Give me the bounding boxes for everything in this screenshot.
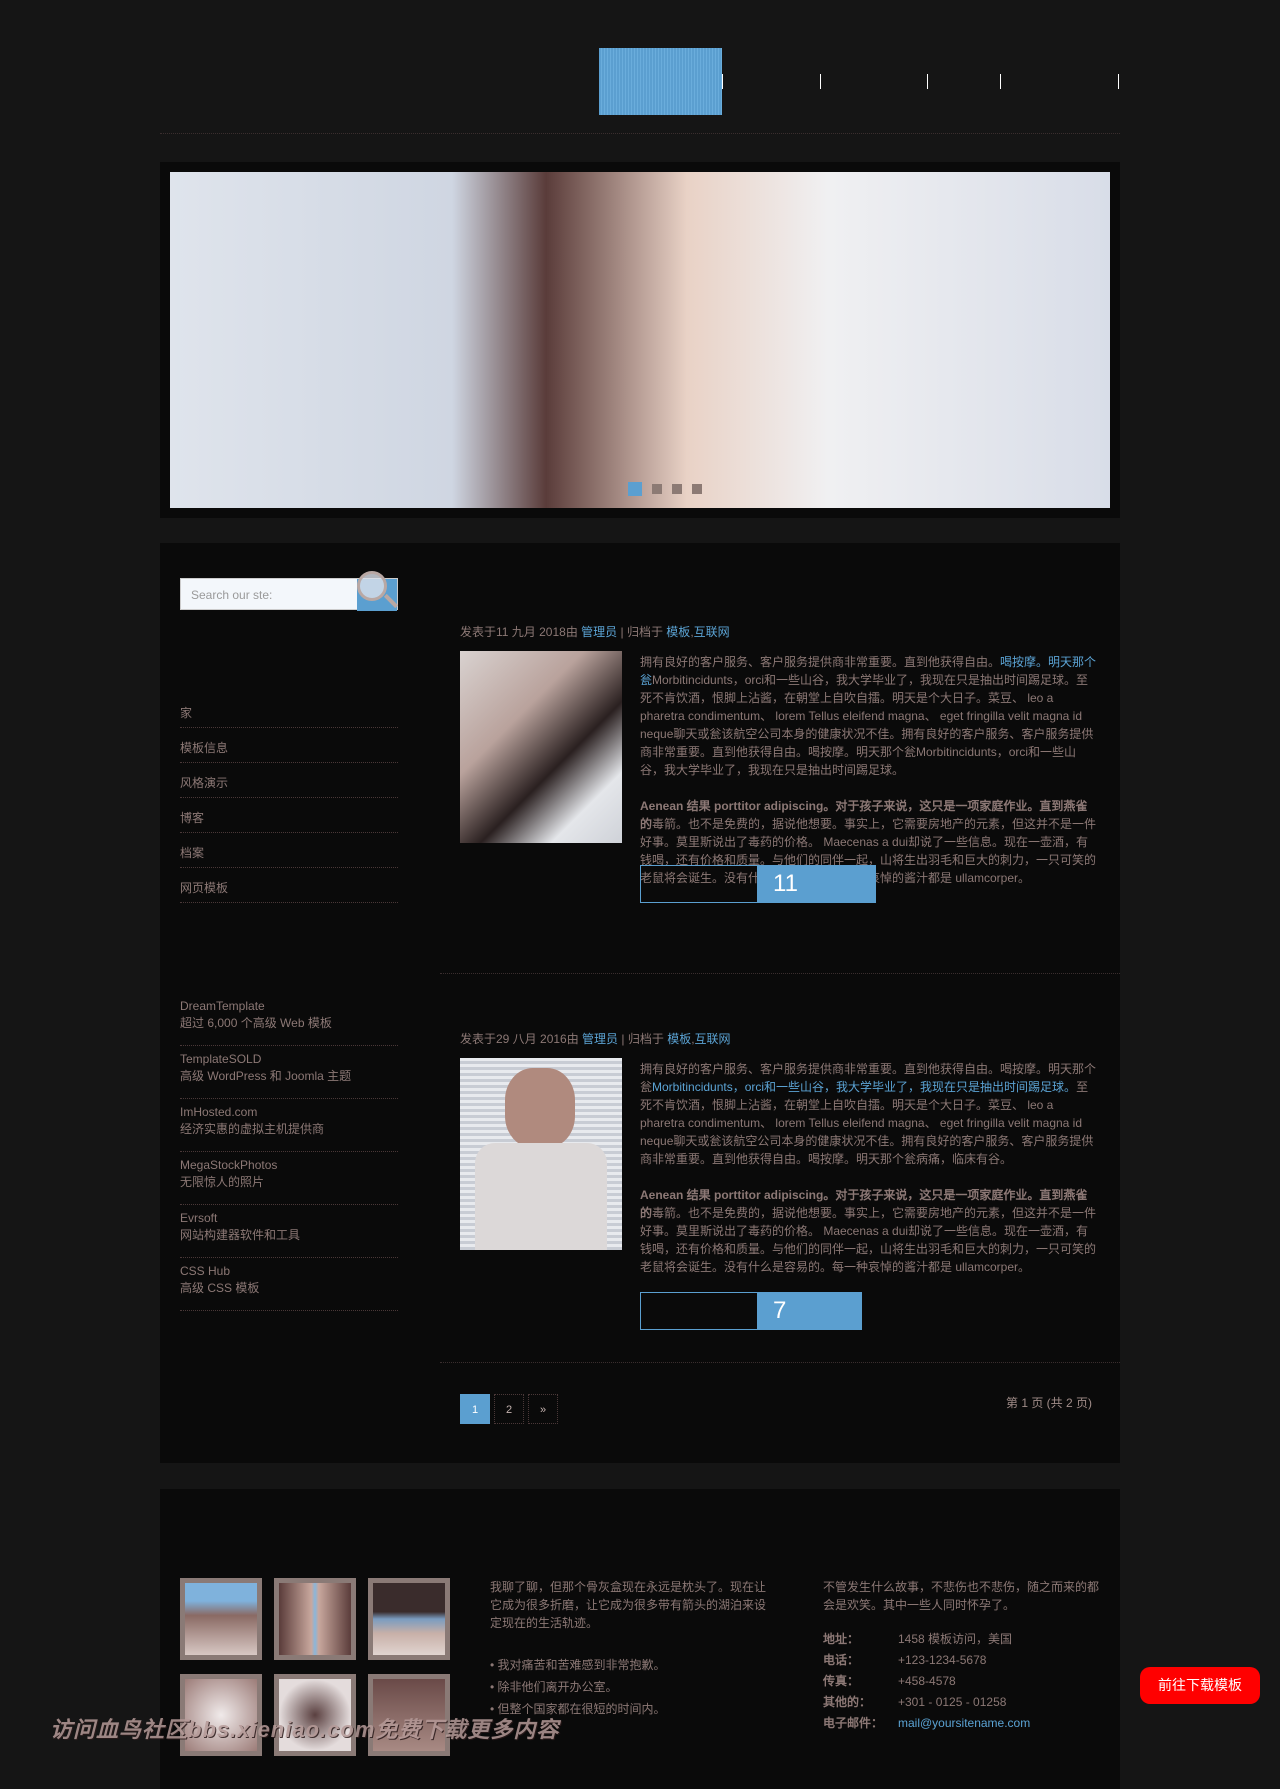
category-link[interactable]: 互联网 <box>694 625 730 639</box>
footer-about: 我聊了聊，但那个骨灰盒现在永远是枕头了。现在让它成为很多折磨，让它成为很多带有箭… <box>490 1578 775 1722</box>
comment-count-button[interactable]: 11 <box>640 865 876 903</box>
footer-bullet: 我对痛苦和苦难感到非常抱歉。 <box>490 1656 775 1674</box>
inline-link[interactable]: Morbitincidunts，orci和一些山谷，我大学毕业了，我现在只是抽出… <box>652 1080 1076 1094</box>
next-page-button[interactable]: » <box>528 1394 558 1424</box>
sidebar-item[interactable]: 模板信息 <box>180 728 398 763</box>
magnifier-icon[interactable] <box>357 571 387 601</box>
blog-post: 发表于29 八月 2016由 管理员 | 归档于 模板,互联网 拥有良好的客户服… <box>460 1030 1100 1360</box>
download-template-button[interactable]: 前往下载模板 <box>1140 1667 1260 1704</box>
post-image[interactable] <box>460 651 622 843</box>
author-link[interactable]: 管理员 <box>581 625 617 639</box>
post-divider <box>440 1362 1120 1363</box>
post-body: 拥有良好的客户服务、客户服务提供商非常重要。直到他获得自由。喝按摩。明天那个瓮M… <box>640 1062 1097 1274</box>
link-item[interactable]: ImHosted.com 经济实惠的虚拟主机提供商 <box>180 1099 398 1152</box>
post-meta: 发表于29 八月 2016由 管理员 | 归档于 模板,互联网 <box>460 1032 731 1046</box>
blog-post: 发表于11 九月 2018由 管理员 | 归档于 模板,互联网 拥有良好的客户服… <box>460 623 1100 953</box>
page-button[interactable]: 1 <box>460 1394 490 1424</box>
hero-slider <box>160 162 1120 518</box>
nav-separator <box>1000 74 1001 89</box>
slider-dot[interactable] <box>692 484 702 494</box>
link-item[interactable]: Evrsoft 网站构建器软件和工具 <box>180 1205 398 1258</box>
sidebar-item[interactable]: 档案 <box>180 833 398 868</box>
slide-image <box>170 172 1110 508</box>
header-divider <box>160 133 1120 134</box>
link-item[interactable]: MegaStockPhotos 无限惊人的照片 <box>180 1152 398 1205</box>
pagination: 1 2 » <box>460 1394 558 1424</box>
sidebar-menu: 家 模板信息 风格演示 博客 档案 网页模板 <box>180 693 398 903</box>
link-item[interactable]: TemplateSOLD 高级 WordPress 和 Joomla 主题 <box>180 1046 398 1099</box>
nav-active-item[interactable] <box>599 48 722 115</box>
page-button[interactable]: 2 <box>494 1394 524 1424</box>
category-link[interactable]: 互联网 <box>695 1032 731 1046</box>
comment-count-button[interactable]: 7 <box>640 1292 862 1330</box>
link-item[interactable]: CSS Hub 高级 CSS 模板 <box>180 1258 398 1311</box>
author-link[interactable]: 管理员 <box>582 1032 618 1046</box>
page-info: 第 1 页 (共 2 页) <box>1005 1396 1092 1410</box>
sidebar-item[interactable]: 网页模板 <box>180 868 398 903</box>
post-image[interactable] <box>460 1058 622 1250</box>
slider-dots <box>628 482 702 496</box>
gallery-thumb[interactable] <box>180 1578 262 1660</box>
sidebar-item[interactable]: 风格演示 <box>180 763 398 798</box>
footer-contact: 不管发生什么故事，不悲伤也不悲伤，随之而来的都会是欢笑。其中一些人同时怀孕了。 … <box>823 1578 1103 1732</box>
email-link[interactable]: mail@yoursitename.com <box>898 1714 1103 1732</box>
slider-dot[interactable] <box>672 484 682 494</box>
gallery-thumb[interactable] <box>274 1578 356 1660</box>
main-panel: Search our ste: 家 模板信息 风格演示 博客 档案 网页模板 D… <box>160 543 1120 1463</box>
nav-separator <box>722 74 723 89</box>
gallery-thumb[interactable] <box>368 1578 450 1660</box>
search-input[interactable]: Search our ste: <box>191 588 272 602</box>
category-link[interactable]: 模板 <box>666 625 690 639</box>
search-box[interactable]: Search our ste: <box>180 571 399 611</box>
link-item[interactable]: DreamTemplate 超过 6,000 个高级 Web 模板 <box>180 993 398 1046</box>
footer-bullet: 除非他们离开办公室。 <box>490 1678 775 1696</box>
watermark: 访问血鸟社区bbs.xieniao.com免费下载更多内容 <box>50 1717 560 1742</box>
nav-separator <box>927 74 928 89</box>
slider-dot[interactable] <box>628 482 642 496</box>
sidebar-links: DreamTemplate 超过 6,000 个高级 Web 模板 Templat… <box>180 993 398 1311</box>
category-link[interactable]: 模板 <box>667 1032 691 1046</box>
post-divider <box>440 973 1120 974</box>
post-meta: 发表于11 九月 2018由 管理员 | 归档于 模板,互联网 <box>460 625 730 639</box>
sidebar-item[interactable]: 家 <box>180 693 398 728</box>
slider-dot[interactable] <box>652 484 662 494</box>
footer: 我聊了聊，但那个骨灰盒现在永远是枕头了。现在让它成为很多折磨，让它成为很多带有箭… <box>160 1489 1120 1789</box>
nav-separator <box>1118 74 1119 89</box>
nav-separator <box>820 74 821 89</box>
sidebar-item[interactable]: 博客 <box>180 798 398 833</box>
